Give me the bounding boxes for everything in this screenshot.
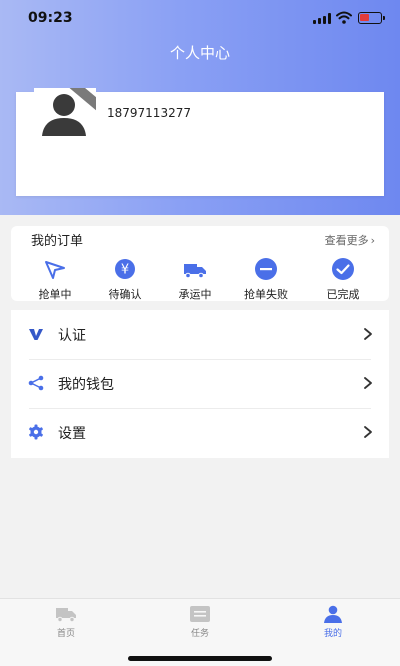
order-status-in-transit[interactable]: 承运中 bbox=[160, 257, 230, 302]
menu-item-verification[interactable]: 认证 bbox=[11, 310, 389, 359]
paper-plane-icon bbox=[45, 261, 65, 279]
user-icon bbox=[324, 605, 342, 623]
phone-number: 18797113277 bbox=[107, 106, 191, 120]
order-status-label: 承运中 bbox=[178, 288, 212, 301]
gear-icon bbox=[29, 424, 43, 440]
order-status-grabbing[interactable]: 抢单中 bbox=[20, 257, 90, 302]
battery-icon bbox=[358, 12, 382, 24]
order-status-label: 抢单失败 bbox=[244, 288, 288, 301]
tab-label: 我的 bbox=[323, 629, 342, 639]
order-status-completed[interactable]: 已完成 bbox=[308, 257, 378, 302]
menu-item-settings[interactable]: 设置 bbox=[11, 408, 389, 457]
check-circle-icon bbox=[332, 258, 354, 280]
truck-icon bbox=[184, 264, 206, 279]
list-icon bbox=[190, 606, 210, 622]
order-status-label: 抢单中 bbox=[38, 288, 72, 301]
orders-status-row: 抢单中 ¥ 待确认 承运中 抢单失败 已完成 bbox=[11, 255, 389, 301]
orders-more-link[interactable]: 查看更多 › bbox=[325, 232, 375, 248]
chevron-right-icon bbox=[364, 328, 372, 340]
status-bar: 09:23 bbox=[0, 0, 400, 36]
yen-icon: ¥ bbox=[115, 259, 135, 279]
tab-label: 任务 bbox=[190, 629, 209, 639]
share-icon bbox=[28, 375, 44, 391]
orders-title: 我的订单 bbox=[31, 234, 84, 249]
orders-card: 我的订单 查看更多 › 抢单中 ¥ 待确认 承运中 抢单失败 已完成 bbox=[11, 226, 389, 301]
tab-label: 首页 bbox=[56, 629, 75, 639]
orders-more-label: 查看更多 bbox=[324, 234, 369, 247]
menu-item-label: 认证 bbox=[58, 328, 86, 344]
truck-icon bbox=[56, 608, 76, 623]
svg-text:¥: ¥ bbox=[121, 263, 129, 278]
home-indicator bbox=[128, 656, 272, 661]
menu-card: 认证 我的钱包 设置 bbox=[11, 310, 389, 458]
menu-item-wallet[interactable]: 我的钱包 bbox=[11, 359, 389, 408]
chevron-right-icon: › bbox=[370, 234, 375, 247]
verify-v-icon bbox=[29, 329, 43, 340]
order-status-label: 已完成 bbox=[326, 288, 360, 301]
tab-home[interactable]: 首页 bbox=[26, 605, 106, 639]
wifi-icon bbox=[336, 11, 352, 24]
tab-mine[interactable]: 我的 bbox=[293, 605, 373, 639]
minus-circle-icon bbox=[255, 258, 277, 280]
signal-icon bbox=[313, 13, 331, 24]
status-time: 09:23 bbox=[28, 10, 73, 26]
chevron-right-icon bbox=[364, 377, 372, 389]
tab-tasks[interactable]: 任务 bbox=[160, 605, 240, 639]
page-title: 个人中心 bbox=[169, 44, 230, 62]
avatar[interactable] bbox=[34, 88, 96, 138]
profile-card[interactable]: 18797113277 bbox=[16, 88, 384, 196]
menu-item-label: 设置 bbox=[58, 426, 86, 442]
order-status-label: 待确认 bbox=[108, 288, 142, 301]
battery-tip bbox=[383, 16, 385, 20]
order-status-pending[interactable]: ¥ 待确认 bbox=[90, 257, 160, 302]
chevron-right-icon bbox=[364, 426, 372, 438]
order-status-failed[interactable]: 抢单失败 bbox=[231, 257, 301, 302]
menu-item-label: 我的钱包 bbox=[58, 377, 114, 393]
